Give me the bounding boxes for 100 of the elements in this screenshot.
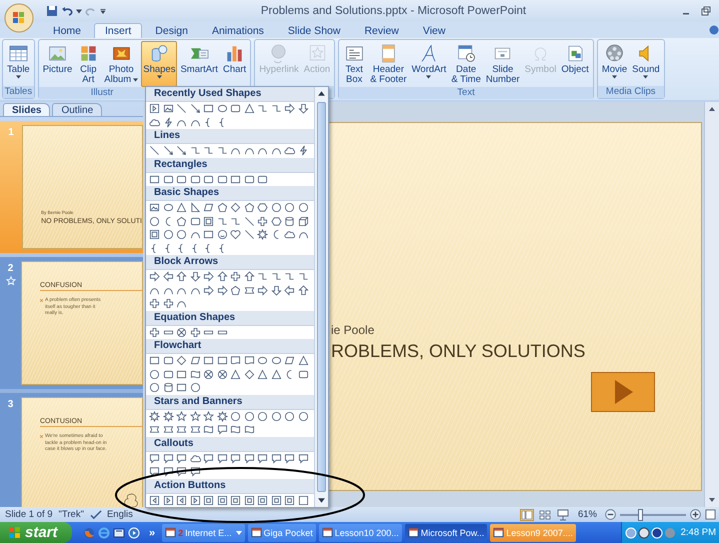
right-arrow-icon[interactable] (203, 271, 214, 282)
wave-icon[interactable] (203, 424, 214, 435)
rectangle-icon[interactable] (203, 355, 214, 366)
plus-icon[interactable] (149, 298, 160, 309)
circle-icon[interactable] (149, 382, 160, 393)
normal-view-icon[interactable] (520, 508, 534, 520)
fit-to-window-icon[interactable] (705, 509, 716, 520)
cylinder-icon[interactable] (162, 382, 174, 393)
action-button-icon[interactable] (203, 494, 214, 506)
ribbon-tab[interactable]: Slide Show (276, 23, 352, 38)
rectangle-icon[interactable] (149, 174, 160, 184)
help-icon[interactable] (709, 25, 719, 35)
circle-cross-icon[interactable] (203, 368, 214, 380)
triangle-icon[interactable] (257, 368, 268, 380)
callout-icon[interactable] (190, 466, 200, 477)
language[interactable]: Englis (106, 509, 133, 520)
line-icon[interactable] (244, 216, 254, 226)
rectangle-icon[interactable] (230, 174, 241, 184)
ribbon-button[interactable]: Object (559, 41, 591, 87)
ribbon-tab[interactable]: Animations (200, 23, 275, 38)
save-icon[interactable] (46, 5, 58, 17)
triangle-icon[interactable] (270, 368, 282, 380)
ribbon-button[interactable]: Picture (40, 41, 74, 87)
cloud-icon[interactable] (284, 145, 295, 156)
rectangle-icon[interactable] (203, 103, 214, 114)
triangle-icon[interactable] (176, 202, 187, 213)
customize-caret-icon[interactable] (100, 8, 106, 14)
rectangle-icon[interactable] (149, 355, 160, 366)
heart-icon[interactable] (230, 229, 241, 240)
rectangle-icon[interactable] (203, 229, 214, 240)
circle-icon[interactable] (284, 410, 295, 422)
plus-icon[interactable] (149, 326, 160, 338)
right-arrow-icon[interactable] (203, 284, 214, 296)
ribbon-button[interactable]: Date & Time (449, 41, 483, 87)
callout-icon[interactable] (162, 452, 174, 464)
ribbon-button[interactable]: Photo Album (102, 41, 140, 87)
panel-tab[interactable]: Outline (52, 103, 102, 116)
ribbon-button[interactable]: Table (5, 41, 32, 86)
arrow-line-icon[interactable] (190, 103, 200, 114)
plus-icon[interactable] (190, 326, 200, 338)
restore-icon[interactable] (701, 6, 711, 16)
action-button-icon[interactable] (216, 494, 228, 506)
right-arrow-icon[interactable] (149, 271, 160, 282)
zoom-in-icon[interactable] (690, 509, 701, 520)
star-icon[interactable] (203, 410, 214, 422)
scroll-down-icon[interactable] (708, 496, 716, 504)
scroll-thumb[interactable] (317, 102, 326, 492)
ribbon-button[interactable]: Text Box (341, 41, 368, 87)
circle-icon[interactable] (190, 382, 200, 393)
plus-icon[interactable] (162, 298, 174, 309)
oval-icon[interactable] (162, 202, 174, 213)
action-button-icon[interactable] (257, 494, 268, 506)
zoom-slider-thumb[interactable] (638, 508, 643, 520)
forward-button-icon[interactable] (162, 494, 174, 506)
circle-icon[interactable] (176, 229, 187, 240)
callout-icon[interactable] (284, 452, 295, 464)
callout-icon[interactable] (149, 466, 160, 477)
star-icon[interactable] (190, 410, 200, 422)
ribbon-tab[interactable]: View (412, 23, 456, 38)
down-arrow-icon[interactable] (298, 103, 308, 114)
circle-icon[interactable] (270, 202, 282, 213)
callout-icon[interactable] (176, 452, 187, 464)
circle-icon[interactable] (162, 229, 174, 240)
left-arrow-icon[interactable] (284, 284, 295, 296)
elbow-connector-icon[interactable] (257, 103, 268, 114)
circle-icon[interactable] (270, 410, 282, 422)
callout-icon[interactable] (203, 452, 214, 464)
document-shape-icon[interactable] (244, 355, 254, 366)
circle-icon[interactable] (298, 202, 308, 213)
zoom-out-icon[interactable] (605, 509, 616, 520)
callout-icon[interactable] (270, 452, 282, 464)
line-icon[interactable] (244, 229, 254, 240)
ribbon-tab[interactable]: Review (353, 23, 410, 38)
ribbon-tab[interactable]: Home (42, 23, 92, 38)
arrow-line-icon[interactable] (162, 145, 174, 156)
callout-icon[interactable] (216, 424, 228, 435)
elbow-connector-icon[interactable] (190, 145, 200, 156)
forward-button-icon[interactable] (190, 494, 200, 506)
elbow-connector-icon[interactable] (270, 271, 282, 282)
hexagon-icon[interactable] (270, 216, 282, 226)
ribbon-button[interactable]: Shapes (141, 41, 178, 87)
circle-icon[interactable] (149, 368, 160, 380)
right-triangle-icon[interactable] (190, 202, 200, 213)
triangle-icon[interactable] (244, 103, 254, 114)
right-arrow-icon[interactable] (216, 284, 228, 296)
elbow-connector-icon[interactable] (270, 103, 282, 114)
action-button-icon[interactable] (244, 494, 254, 506)
frame-icon[interactable] (149, 229, 160, 240)
triangle-icon[interactable] (298, 355, 308, 366)
panel-tab[interactable]: Slides (3, 103, 50, 116)
line-icon[interactable] (176, 103, 187, 114)
gallery-scrollbar[interactable] (314, 87, 328, 507)
ribbon-button[interactable]: Slide Number (484, 41, 522, 87)
action-button-icon[interactable] (284, 494, 295, 506)
ribbon-button[interactable]: Sound (630, 41, 662, 86)
cloud-icon[interactable] (284, 229, 295, 240)
burst-icon[interactable] (257, 229, 268, 240)
circle-icon[interactable] (230, 410, 241, 422)
callout-icon[interactable] (230, 452, 241, 464)
elbow-connector-icon[interactable] (298, 271, 308, 282)
